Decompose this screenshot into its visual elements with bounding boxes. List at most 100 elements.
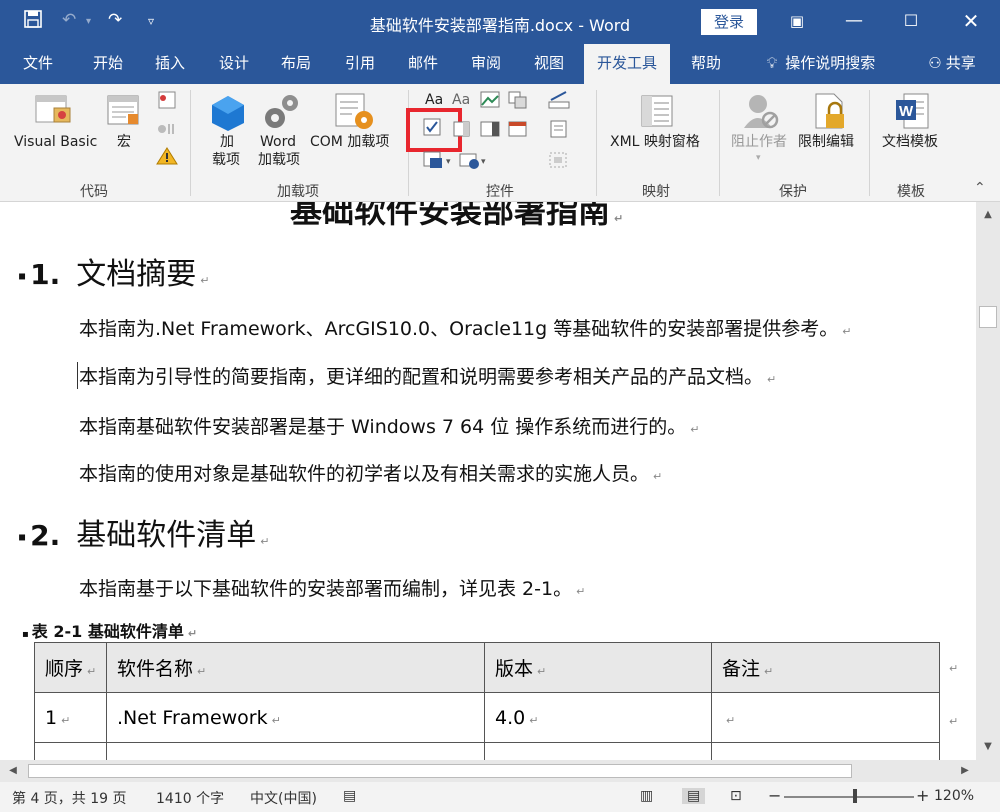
table-row: 1 ↵ .Net Framework ↵ 4.0 ↵ ↵ — [34, 692, 940, 743]
software-table: 顺序 ↵ 软件名称 ↵ 版本 ↵ 备注 ↵ 1 ↵ .Net Framework ↵ 4.0… — [34, 642, 940, 760]
scroll-down-icon[interactable]: ▼ — [979, 738, 997, 756]
tab-review[interactable]: 审阅 — [462, 44, 510, 84]
table-cell[interactable]: .Net Framework ↵ — [106, 692, 485, 743]
login-button[interactable]: 登录 — [701, 9, 757, 35]
word-count[interactable]: 1410 个字 — [156, 788, 224, 808]
group-separator — [190, 90, 191, 196]
table-cell[interactable] — [106, 742, 485, 760]
zoom-level[interactable]: 120% — [934, 788, 974, 804]
group-label-addins: 加载项 — [277, 184, 319, 200]
scroll-right-icon[interactable]: ▶ — [956, 762, 974, 780]
building-block-gallery-icon[interactable] — [507, 90, 529, 110]
group-label-protect: 保护 — [779, 184, 807, 200]
document-canvas[interactable]: 基础软件安装部署指南 ↵ ▪ 1. 文档摘要 ↵ 本指南为.Net Framework、… — [0, 202, 976, 760]
paragraph-2: 本指南为引导性的简要指南，更详细的配置和说明需要参考相关产品的产品文档。 ↵ — [77, 362, 776, 389]
block-authors-label: 阻止作者 — [731, 134, 787, 150]
table-cell[interactable] — [711, 742, 940, 760]
close-icon[interactable]: ✕ — [953, 6, 989, 36]
tab-help[interactable]: 帮助 — [682, 44, 730, 84]
zoom-slider[interactable] — [784, 796, 914, 798]
table-header-cell[interactable]: 软件名称 ↵ — [106, 642, 485, 693]
language[interactable]: 中文(中国) — [250, 788, 317, 808]
block-authors-dropdown-icon: ▾ — [756, 153, 761, 163]
horizontal-scroll-thumb[interactable] — [28, 764, 852, 778]
macros-icon — [107, 95, 139, 125]
table-cell[interactable] — [484, 742, 712, 760]
table-cell[interactable]: 4.0 ↵ — [484, 692, 712, 743]
document-template-label: 文档模板 — [882, 134, 938, 150]
plain-text-content-control-icon[interactable]: Aa — [452, 92, 470, 109]
tab-file[interactable]: 文件 — [14, 44, 62, 84]
svg-text:W: W — [899, 103, 914, 120]
group-label-templates: 模板 — [897, 184, 925, 200]
table-header-cell[interactable]: 版本 ↵ — [484, 642, 712, 693]
record-macro-icon[interactable] — [156, 90, 178, 110]
page-count[interactable]: 第 4 页，共 19 页 — [12, 788, 127, 808]
table-cell[interactable]: ↵ — [711, 692, 940, 743]
tab-design[interactable]: 设计 — [210, 44, 258, 84]
tab-layout[interactable]: 布局 — [272, 44, 320, 84]
group-icon[interactable] — [548, 150, 570, 170]
xml-mapping-icon — [641, 95, 673, 127]
print-layout-icon[interactable]: ▤ — [682, 788, 706, 804]
tab-mailings[interactable]: 邮件 — [399, 44, 447, 84]
macro-security-icon[interactable] — [156, 146, 178, 166]
tab-insert[interactable]: 插入 — [146, 44, 194, 84]
drop-down-list-icon[interactable] — [479, 120, 501, 138]
design-mode-icon[interactable] — [548, 90, 570, 110]
tab-developer[interactable]: 开发工具 — [584, 44, 670, 84]
group-label-controls: 控件 — [486, 184, 514, 200]
heading-1: ▪ 1. 文档摘要 ↵ — [18, 257, 210, 292]
com-addins-icon — [335, 93, 373, 129]
web-layout-icon[interactable]: ⊡ — [730, 788, 742, 804]
tab-view[interactable]: 视图 — [525, 44, 573, 84]
table-header-cell[interactable]: 备注 ↵ — [711, 642, 940, 693]
zoom-out-icon[interactable]: − — [768, 786, 781, 805]
zoom-slider-thumb[interactable] — [853, 789, 857, 803]
zoom-in-icon[interactable]: + — [916, 786, 929, 805]
collapse-ribbon-icon[interactable]: ⌃ — [974, 180, 986, 197]
scroll-up-icon[interactable]: ▲ — [979, 206, 997, 224]
tell-me-search[interactable]: 💡︎ 操作说明搜索 — [756, 44, 886, 84]
paragraph-4: 本指南的使用对象是基础软件的初学者以及有相关需求的实施人员。 ↵ — [79, 463, 663, 485]
read-mode-icon[interactable]: ▥ — [640, 788, 653, 804]
word-addins-label-2: 加载项 — [258, 152, 300, 168]
tab-home[interactable]: 开始 — [84, 44, 132, 84]
block-authors-icon — [744, 95, 779, 129]
addins-label-2: 载项 — [212, 152, 240, 168]
tab-references[interactable]: 引用 — [336, 44, 384, 84]
table-cell[interactable] — [34, 742, 107, 760]
ribbon-display-options-icon[interactable]: ▣ — [779, 6, 815, 36]
word-addins-label-1: Word — [260, 134, 296, 150]
word-document-icon: W — [896, 93, 929, 129]
lightbulb-icon: 💡︎ — [766, 54, 778, 72]
rich-text-content-control-icon[interactable]: Aa — [425, 92, 443, 109]
scroll-left-icon[interactable]: ◀ — [4, 762, 22, 780]
person-icon: ⚇ — [928, 54, 942, 72]
combo-box-icon[interactable] — [452, 120, 472, 138]
legacy-tools-icon[interactable]: ▾ — [458, 150, 492, 170]
pause-recording-icon[interactable] — [156, 120, 178, 138]
table-caption: ▪ 表 2-1 基础软件清单 ↵ — [22, 622, 198, 641]
vertical-scroll-thumb[interactable] — [979, 306, 997, 328]
vertical-scrollbar[interactable]: ▲ ▼ — [976, 202, 1000, 760]
table-cell[interactable]: 1 ↵ — [34, 692, 107, 743]
heading-2: ▪ 2. 基础软件清单 ↵ — [18, 518, 270, 553]
horizontal-scrollbar[interactable]: ◀ ▶ — [0, 760, 1000, 782]
row-end-mark: ↵ — [949, 662, 959, 675]
group-separator — [719, 90, 720, 196]
table-row — [34, 742, 940, 760]
maximize-icon[interactable]: ☐ — [893, 6, 929, 36]
share-button[interactable]: ⚇ 共享 — [914, 44, 990, 84]
tell-me-label: 操作说明搜索 — [785, 54, 876, 72]
svg-text:▾: ▾ — [446, 157, 451, 167]
table-header-cell[interactable]: 顺序 ↵ — [34, 642, 107, 693]
picture-content-control-icon[interactable] — [479, 90, 501, 110]
title-bar: ↶ ▾ ↷ ▿ 基础软件安装部署指南.docx - Word 登录 ▣ — ☐ … — [0, 0, 1000, 44]
repeating-section-icon[interactable]: ▾ — [422, 150, 456, 170]
properties-icon[interactable] — [548, 120, 570, 138]
paragraph-5: 本指南基于以下基础软件的安装部署而编制，详见表 2-1。 ↵ — [79, 578, 586, 600]
minimize-icon[interactable]: — — [836, 6, 872, 36]
macro-status-icon[interactable]: ▤ — [343, 788, 356, 804]
date-picker-icon[interactable] — [507, 120, 529, 138]
